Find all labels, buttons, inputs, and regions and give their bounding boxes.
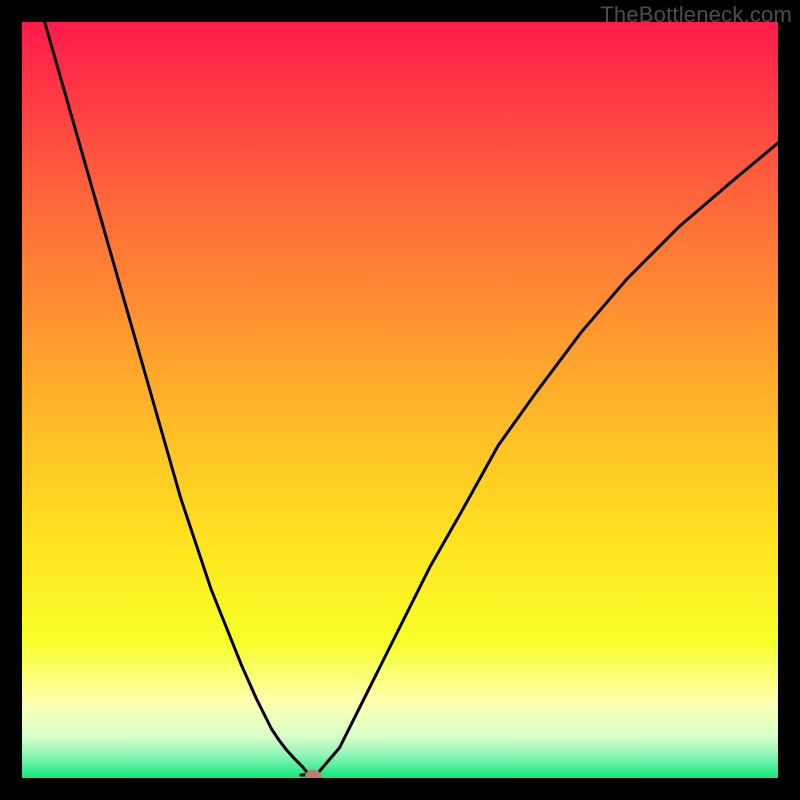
gradient-background — [22, 22, 778, 778]
chart-frame — [22, 22, 778, 778]
bottleneck-chart — [22, 22, 778, 778]
